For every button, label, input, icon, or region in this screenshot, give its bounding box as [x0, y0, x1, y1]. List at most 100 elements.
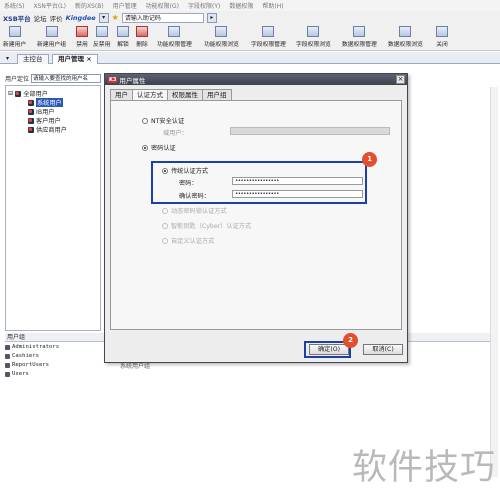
tab-user-management[interactable]: 用户管理 × — [52, 54, 98, 64]
domain-user-field — [230, 127, 390, 135]
step-badge-1: 1 — [362, 152, 377, 167]
data-browse-icon — [399, 26, 412, 37]
function-permission-manage-button[interactable]: 功能权限管理 — [157, 26, 192, 49]
menu-item-user-management[interactable]: 用户管理 — [113, 1, 137, 10]
function-permission-browse-button[interactable]: 功能权限浏览 — [204, 26, 239, 49]
group-row[interactable]: Administrators — [5, 344, 59, 350]
review-link[interactable]: 评价 — [50, 13, 63, 23]
tab-console[interactable]: 主控台 — [17, 54, 49, 64]
dialog-tabs: 用户 认证方式 权限属性 用户组 — [110, 89, 232, 101]
menu-item-platform[interactable]: XSN平台(L) — [34, 1, 66, 10]
new-user-group-button[interactable]: 新建用户组 — [37, 26, 66, 49]
disable-button[interactable]: 禁用 — [76, 26, 88, 49]
dialog-title-bar[interactable]: K3 用户属性 × — [105, 74, 407, 85]
menu-item-new[interactable]: 新的XS(B) — [75, 1, 104, 10]
close-button[interactable]: 关闭 — [436, 26, 448, 49]
vertical-scrollbar[interactable] — [490, 87, 498, 477]
tree-item-ib-users[interactable]: IB用户 — [28, 107, 54, 116]
radio-icon — [142, 117, 148, 124]
password-auth-radio[interactable]: 密码认证 — [142, 143, 176, 152]
user-tree: ⊟ 全部用户 系统用户 IB用户 客户用户 供应商用户 — [5, 85, 101, 331]
data-permission-browse-button[interactable]: 数据权限浏览 — [388, 26, 423, 49]
unlock-icon — [117, 26, 129, 37]
field-permission-browse-button[interactable]: 字段权限浏览 — [296, 26, 331, 49]
tab-user[interactable]: 用户 — [110, 89, 133, 100]
cancel-button[interactable]: 取消(C) — [363, 344, 403, 355]
field-manage-icon — [262, 26, 275, 37]
address-bar: XSB平台 论坛 评价 Kingdee ▾ ★ 请输入助记码 ▸ — [0, 11, 500, 24]
group-icon — [5, 371, 10, 377]
authentication-panel: NT安全认证 域用户： 密码认证 传统认证方式 密码： ••••••••••••… — [110, 100, 402, 330]
kingdee-logo: Kingdee — [65, 13, 96, 22]
data-manage-icon — [353, 26, 366, 37]
highlight-box — [151, 161, 367, 204]
tree-item-all-users[interactable]: ⊟ 全部用户 — [8, 89, 48, 98]
tree-item-customer-users[interactable]: 客户用户 — [28, 116, 61, 125]
menu-item-function-permission[interactable]: 功能权限(G) — [146, 1, 179, 10]
tab-permission-attributes[interactable]: 权限属性 — [167, 89, 203, 100]
domain-user-label: 域用户： — [163, 130, 188, 137]
dropdown-button[interactable]: ▾ — [98, 12, 109, 23]
user-folder-icon — [28, 117, 34, 124]
delete-icon — [136, 26, 148, 37]
enable-icon — [95, 26, 108, 37]
enable-button[interactable]: 反禁用 — [93, 26, 110, 49]
delete-button[interactable]: 删除 — [136, 26, 148, 49]
tree-item-supplier-users[interactable]: 供应商用户 — [28, 125, 67, 134]
radio-icon — [162, 237, 168, 244]
field-permission-manage-button[interactable]: 字段权限管理 — [251, 26, 286, 49]
k3-logo-icon: K3 — [108, 76, 118, 83]
unlock-button[interactable]: 解锁 — [117, 26, 129, 49]
data-permission-manage-button[interactable]: 数据权限管理 — [342, 26, 377, 49]
user-search-label: 用户定位 — [5, 75, 30, 83]
star-icon: ★ — [111, 13, 119, 22]
group-row[interactable]: Cashiers — [5, 353, 39, 359]
user-folder-icon — [28, 108, 34, 115]
user-search-row: 用户定位 请输入要查找的用户名 — [5, 73, 101, 83]
user-folder-icon — [28, 126, 34, 133]
go-button[interactable]: ▸ — [206, 12, 217, 23]
group-row[interactable]: Users — [5, 371, 29, 377]
menu-item-system[interactable]: 系统(S) — [4, 1, 25, 10]
menu-item-help[interactable]: 帮助(H) — [262, 1, 283, 10]
tree-item-system-users[interactable]: 系统用户 — [28, 98, 63, 107]
dialog-close-icon[interactable]: × — [396, 75, 405, 84]
field-browse-icon — [307, 26, 320, 37]
nt-auth-radio[interactable]: NT安全认证 — [142, 116, 184, 125]
menu-bar: 系统(S) XSN平台(L) 新的XS(B) 用户管理 功能权限(G) 字段权限… — [0, 0, 500, 11]
toolbar: 新建用户 新建用户组 禁用 反禁用 解锁 删除 功能权限管理 功能权限浏览 字段… — [0, 24, 500, 51]
dialog-title: 用户属性 — [119, 76, 146, 85]
new-group-icon — [45, 26, 58, 37]
user-folder-icon — [15, 90, 22, 97]
close-icon — [436, 26, 448, 37]
tab-close-icon[interactable]: × — [86, 55, 91, 63]
user-folder-icon — [28, 99, 34, 106]
watermark: 软件技巧 — [352, 448, 497, 488]
radio-icon — [162, 207, 168, 214]
collapse-icon[interactable]: ⊟ — [8, 90, 13, 97]
new-user-button[interactable]: 新建用户 — [3, 26, 26, 49]
user-search-input[interactable]: 请输入要查找的用户名 — [31, 73, 101, 83]
menu-item-data-permission[interactable]: 数据权限 — [229, 1, 253, 10]
tab-user-group[interactable]: 用户组 — [202, 89, 232, 100]
radio-icon — [162, 222, 168, 229]
forum-link[interactable]: 论坛 — [34, 13, 47, 23]
disable-icon — [76, 26, 88, 37]
tab-bar: ▾ 主控台 用户管理 × — [0, 52, 500, 64]
function-manage-icon — [168, 26, 181, 37]
step-badge-2: 2 — [343, 333, 358, 348]
group-icon — [5, 344, 10, 350]
group-icon — [5, 362, 10, 368]
custom-auth-radio: 自定义认证方式 — [162, 236, 214, 245]
menu-item-field-permission[interactable]: 字段权限(Y) — [188, 1, 220, 10]
user-properties-dialog: K3 用户属性 × 用户 认证方式 权限属性 用户组 NT安全认证 域用户： 密… — [104, 73, 408, 363]
radio-icon — [142, 144, 148, 151]
group-row[interactable]: ReportUsers — [5, 362, 49, 368]
platform-brand[interactable]: XSB平台 — [3, 13, 31, 23]
smartcard-auth-radio: 智能钥匙（Cyber）认证方式 — [162, 221, 251, 230]
group-icon — [5, 353, 10, 359]
function-browse-icon — [215, 26, 228, 37]
new-user-icon — [8, 26, 21, 37]
mnemonic-input[interactable]: 请输入助记码 — [121, 12, 204, 23]
tab-list-chevron-icon[interactable]: ▾ — [6, 55, 9, 62]
